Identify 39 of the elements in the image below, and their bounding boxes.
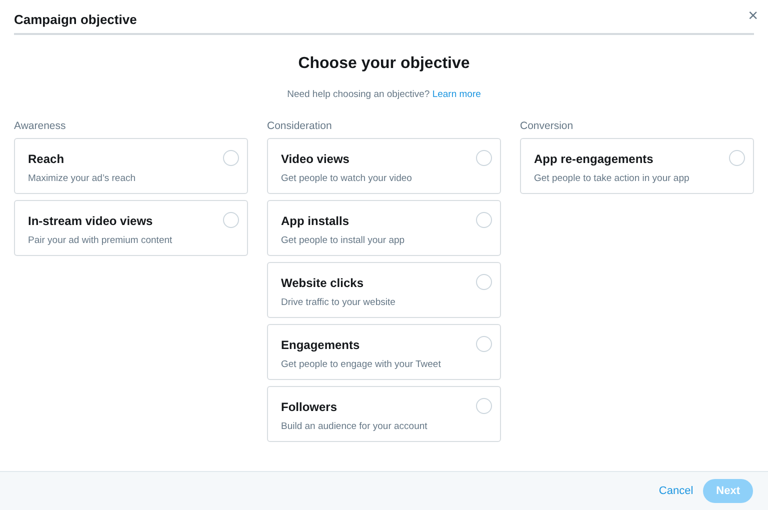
- objective-heading: Choose your objective: [297, 55, 471, 73]
- help-text: Need help choosing an objective? Learn more: [286, 89, 482, 100]
- radio-button[interactable]: [476, 150, 492, 166]
- objective-title: Reach: [28, 152, 66, 166]
- group-label: Awareness: [14, 120, 67, 132]
- objective-description: Drive traffic to your website: [281, 297, 396, 308]
- objective-card[interactable]: Website clicks Drive traffic to your website: [267, 262, 501, 318]
- objective-card[interactable]: Followers Build an audience for your account: [267, 386, 501, 442]
- radio-button[interactable]: [476, 274, 492, 290]
- dialog-title: Campaign objective: [14, 12, 137, 27]
- group-label: Conversion: [520, 120, 574, 132]
- objective-title: App installs: [281, 214, 350, 228]
- objective-description: Pair your ad with premium content: [28, 235, 172, 246]
- radio-button[interactable]: [476, 398, 492, 414]
- objective-title: App re-engagements: [534, 152, 654, 166]
- radio-button[interactable]: [476, 336, 492, 352]
- objective-description: Maximize your ad’s reach: [28, 173, 136, 184]
- radio-button[interactable]: [729, 150, 745, 166]
- radio-button[interactable]: [223, 150, 239, 166]
- close-button[interactable]: ×: [746, 6, 760, 26]
- objective-title: In-stream video views: [28, 214, 154, 228]
- objective-title: Video views: [281, 152, 350, 166]
- radio-button[interactable]: [476, 212, 492, 228]
- objective-card[interactable]: Reach Maximize your ad’s reach: [14, 138, 248, 194]
- objective-title: Engagements: [281, 338, 361, 352]
- objective-card[interactable]: App re-engagements Get people to take action in your app: [520, 138, 754, 194]
- objective-description: Build an audience for your account: [281, 421, 428, 432]
- objective-description: Get people to engage with your Tweet: [281, 359, 441, 370]
- group-label: Consideration: [267, 120, 333, 132]
- objective-title: Website clicks: [281, 276, 364, 290]
- objective-description: Get people to take action in your app: [534, 173, 690, 184]
- objective-card[interactable]: Video views Get people to watch your video: [267, 138, 501, 194]
- radio-button[interactable]: [223, 212, 239, 228]
- objective-title: Followers: [281, 400, 338, 414]
- objective-description: Get people to install your app: [281, 235, 405, 246]
- objective-card[interactable]: App installs Get people to install your app: [267, 200, 501, 256]
- objective-description: Get people to watch your video: [281, 173, 412, 184]
- objective-card[interactable]: Engagements Get people to engage with your Tweet: [267, 324, 501, 380]
- objective-card[interactable]: In-stream video views Pair your ad with premium content: [14, 200, 248, 256]
